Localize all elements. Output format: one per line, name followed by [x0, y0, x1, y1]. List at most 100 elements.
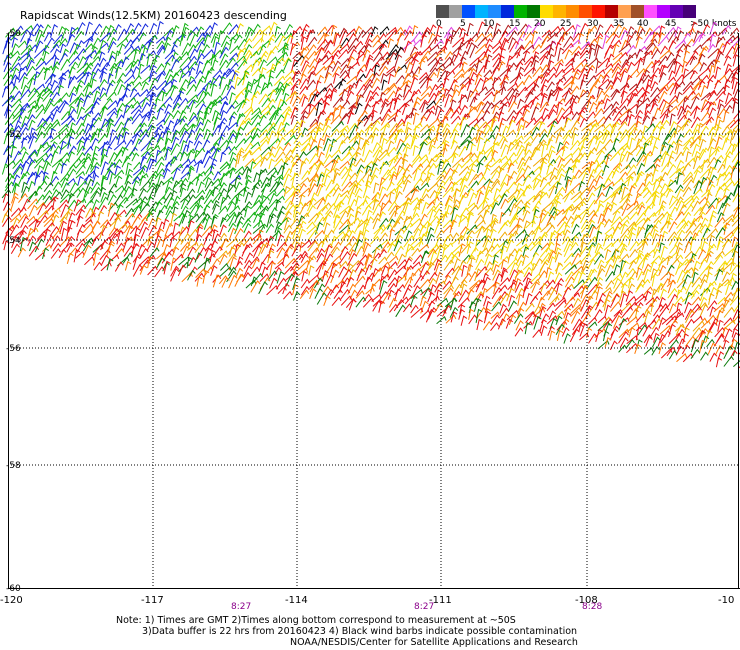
wind-barb: [715, 186, 724, 198]
wind-barb: [651, 194, 660, 209]
wind-barb: [723, 306, 735, 318]
wind-barb: [506, 239, 515, 253]
wind-barb: [627, 68, 640, 81]
wind-barb: [604, 248, 612, 260]
wind-barb: [57, 84, 64, 95]
wind-barb: [113, 23, 122, 35]
wind-barb: [697, 249, 707, 260]
wind-barb: [348, 298, 357, 311]
wind-barb: [682, 333, 689, 345]
lon-label: -114: [285, 595, 308, 606]
wind-barb: [466, 77, 475, 91]
wind-barb: [571, 126, 579, 139]
wind-barb: [501, 207, 512, 217]
wind-barb: [691, 296, 701, 306]
wind-barb: [109, 172, 116, 185]
wind-barb: [121, 87, 131, 101]
wind-barb: [131, 152, 140, 162]
wind-barb: [562, 129, 573, 140]
wind-barb: [413, 274, 424, 288]
wind-barb: [267, 189, 277, 197]
wind-barb: [202, 139, 211, 149]
wind-barb: [563, 243, 574, 258]
wind-barb: [155, 149, 162, 162]
wind-barb: [445, 106, 454, 116]
wind-barb: [548, 310, 556, 320]
wind-barb: [219, 76, 226, 90]
wind-barb: [708, 107, 717, 119]
wind-barb: [465, 229, 475, 240]
wind-barb: [715, 51, 724, 65]
wind-barb: [460, 134, 472, 146]
wind-barb: [155, 63, 165, 73]
wind-barb: [529, 295, 539, 305]
wind-barb: [251, 68, 261, 77]
wind-barb: [723, 317, 733, 326]
wind-barb: [603, 98, 611, 110]
wind-barb: [594, 149, 605, 162]
wind-barb: [546, 214, 555, 227]
wind-barb: [229, 33, 240, 42]
wind-barb: [642, 51, 650, 66]
wind-barb: [42, 50, 50, 62]
wind-barb: [418, 243, 430, 253]
lon-label: -10: [718, 595, 734, 606]
wind-barb: [602, 287, 612, 295]
wind-barb: [186, 256, 193, 269]
wind-barb: [715, 357, 723, 368]
lat-label: -60: [6, 584, 21, 594]
wind-barb: [709, 352, 718, 362]
wind-barb: [644, 224, 652, 239]
wind-barb: [260, 241, 270, 254]
wind-barb: [82, 113, 91, 126]
wind-barb: [84, 199, 94, 210]
time-label: 8:27: [414, 602, 434, 612]
wind-barb: [595, 230, 603, 245]
wind-barb: [516, 148, 527, 161]
wind-barb: [509, 170, 518, 181]
wind-barb: [300, 28, 308, 42]
wind-barb: [705, 204, 716, 215]
wind-barb: [29, 241, 37, 252]
wind-barb: [651, 273, 659, 287]
time-label: 8:27: [231, 602, 251, 612]
wind-barb: [42, 44, 50, 56]
wind-barb: [260, 32, 267, 43]
wind-barb: [546, 302, 556, 312]
wind-barb: [90, 137, 99, 149]
wind-barb: [113, 114, 125, 127]
wind-barb: [411, 247, 421, 257]
wind-barb: [386, 181, 395, 192]
wind-barb: [596, 87, 604, 98]
wind-barb: [35, 95, 44, 109]
wind-barb: [724, 104, 733, 114]
wind-barb: [602, 330, 610, 342]
wind-barb: [555, 78, 564, 89]
wind-barb: [170, 142, 180, 156]
wind-barb: [124, 173, 133, 185]
wind-barb: [371, 100, 380, 115]
wind-barb: [82, 190, 90, 203]
wind-barb: [652, 107, 662, 122]
wind-barb: [611, 121, 621, 134]
wind-barb: [381, 124, 390, 139]
wind-barb: [709, 306, 717, 317]
wind-barb: [123, 151, 135, 164]
wind-barb: [387, 289, 395, 300]
wind-barb: [683, 38, 695, 51]
wind-barb: [625, 74, 633, 85]
wind-barb: [546, 72, 557, 83]
wind-barb: [562, 207, 572, 222]
wind-barb: [83, 230, 95, 241]
wind-barb: [59, 101, 69, 114]
wind-barb: [35, 57, 45, 67]
wind-barb: [538, 212, 546, 227]
wind-barb: [500, 144, 510, 158]
wind-barb: [203, 232, 213, 246]
wind-barb: [283, 185, 291, 197]
wind-barb: [306, 106, 318, 119]
wind-barb: [532, 329, 542, 338]
wind-barb: [116, 229, 124, 245]
wind-barb: [17, 247, 26, 258]
wind-barb: [497, 221, 508, 234]
